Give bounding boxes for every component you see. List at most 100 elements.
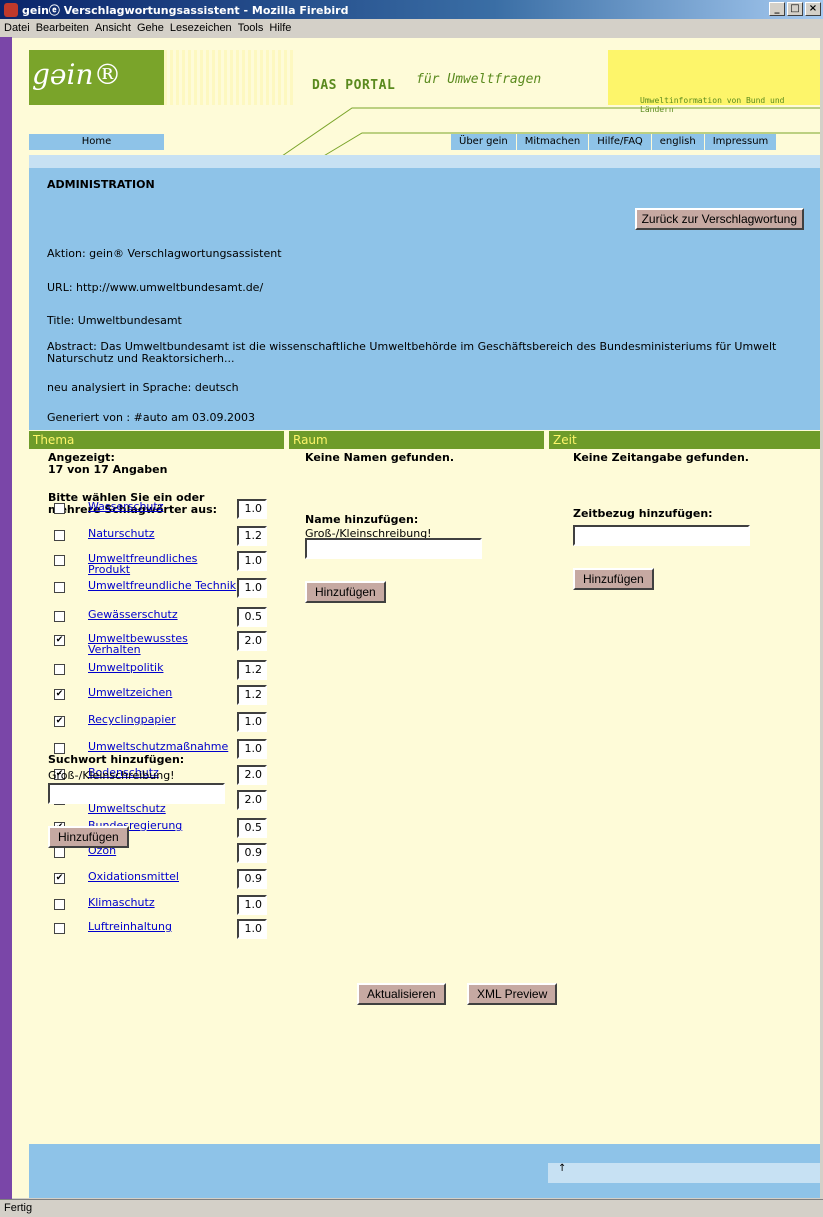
keyword-link[interactable]: Umweltbewusstes Verhalten bbox=[88, 633, 238, 655]
keyword-checkbox[interactable]: ✔ bbox=[54, 873, 65, 884]
keyword-row: Klimaschutz 1.0 bbox=[48, 895, 278, 921]
site-header: gəin® DAS PORTAL für Umweltfragen Umwelt… bbox=[12, 38, 820, 164]
search-term-case-hint: Groß-/Kleinschreibung! bbox=[48, 769, 175, 782]
back-to-tagging-button[interactable]: Zurück zur Verschlagwortung bbox=[634, 208, 804, 230]
keyword-link[interactable]: Klimaschutz bbox=[88, 897, 238, 908]
add-time-button[interactable]: Hinzufügen bbox=[573, 568, 654, 590]
keyword-checkbox[interactable] bbox=[54, 664, 65, 675]
raum-header: Raum bbox=[289, 431, 544, 449]
abstract-line: Abstract: Das Umweltbundesamt ist die wi… bbox=[47, 340, 777, 365]
keyword-row: Umweltpolitik 1.2 bbox=[48, 660, 278, 686]
menu-gehe[interactable]: Gehe bbox=[137, 22, 164, 34]
keyword-link[interactable]: Luftreinhaltung bbox=[88, 921, 238, 932]
menubar: Datei Bearbeiten Ansicht Gehe Lesezeiche… bbox=[0, 19, 823, 37]
keyword-checkbox[interactable]: ✔ bbox=[54, 635, 65, 646]
close-button[interactable]: × bbox=[805, 2, 821, 16]
keyword-weight-field[interactable]: 0.9 bbox=[237, 843, 267, 863]
keyword-weight-field[interactable]: 0.9 bbox=[237, 869, 267, 889]
menu-hilfe[interactable]: Hilfe bbox=[269, 22, 291, 34]
keyword-weight-field[interactable]: 1.0 bbox=[237, 895, 267, 915]
language-line: neu analysiert in Sprache: deutsch bbox=[47, 381, 239, 394]
keyword-checkbox[interactable]: ✔ bbox=[54, 716, 65, 727]
add-search-term-button[interactable]: Hinzufügen bbox=[48, 826, 129, 848]
time-add-label: Zeitbezug hinzufügen: bbox=[573, 507, 713, 520]
keyword-checkbox[interactable] bbox=[54, 582, 65, 593]
keyword-checkbox[interactable] bbox=[54, 555, 65, 566]
nav-link-ueber-gein[interactable]: Über gein bbox=[451, 134, 516, 150]
footer-top-link[interactable]: ↑ bbox=[548, 1163, 820, 1183]
keyword-weight-field[interactable]: 1.0 bbox=[237, 578, 267, 598]
keyword-weight-field[interactable]: 0.5 bbox=[237, 607, 267, 627]
keyword-weight-field[interactable]: 1.0 bbox=[237, 712, 267, 732]
menu-bearbeiten[interactable]: Bearbeiten bbox=[36, 22, 89, 34]
action-line: Aktion: gein® Verschlagwortungsassistent bbox=[47, 247, 282, 260]
nav-link-hilfe-faq[interactable]: Hilfe/FAQ bbox=[589, 134, 651, 150]
zeit-no-date: Keine Zeitangabe gefunden. bbox=[573, 451, 749, 464]
keyword-row: Umweltfreundliche Technik 1.0 bbox=[48, 578, 278, 604]
menu-ansicht[interactable]: Ansicht bbox=[95, 22, 131, 34]
nav-link-mitmachen[interactable]: Mitmachen bbox=[516, 134, 589, 150]
generated-line: Generiert von : #auto am 03.09.2003 bbox=[47, 411, 256, 424]
keyword-row: Luftreinhaltung 1.0 bbox=[48, 919, 278, 945]
keyword-link[interactable]: Umweltzeichen bbox=[88, 687, 238, 698]
admin-title: ADMINISTRATION bbox=[47, 178, 155, 191]
name-input[interactable] bbox=[305, 538, 482, 559]
keyword-checkbox[interactable] bbox=[54, 847, 65, 858]
time-input[interactable] bbox=[573, 525, 750, 546]
menu-lesezeichen[interactable]: Lesezeichen bbox=[170, 22, 232, 34]
search-term-input[interactable] bbox=[48, 783, 225, 804]
window-titlebar: geinⓔ Verschlagwortungsassistent - Mozil… bbox=[0, 0, 823, 19]
keyword-checkbox[interactable] bbox=[54, 503, 65, 514]
keyword-weight-field[interactable]: 2.0 bbox=[237, 631, 267, 651]
keyword-link[interactable]: Recyclingpapier bbox=[88, 714, 238, 725]
keyword-row: Naturschutz 1.2 bbox=[48, 526, 278, 552]
shown-count: 17 von 17 Angaben bbox=[48, 463, 168, 476]
nav-links: Über gein Mitmachen Hilfe/FAQ english Im… bbox=[450, 134, 777, 150]
nav-link-impressum[interactable]: Impressum bbox=[704, 134, 777, 150]
keyword-weight-field[interactable]: 1.0 bbox=[237, 919, 267, 939]
xml-preview-button[interactable]: XML Preview bbox=[467, 983, 558, 1005]
keyword-link[interactable]: Wasserschutz bbox=[88, 501, 238, 512]
name-add-label: Name hinzufügen: bbox=[305, 513, 419, 526]
keyword-link[interactable]: Umweltfreundliche Technik bbox=[88, 580, 238, 591]
keyword-checkbox[interactable] bbox=[54, 530, 65, 541]
keyword-link[interactable]: Oxidationsmittel bbox=[88, 871, 238, 882]
keyword-weight-field[interactable]: 1.0 bbox=[237, 551, 267, 571]
keyword-link[interactable]: Umweltschutzmaßnahme bbox=[88, 741, 238, 752]
keyword-weight-field[interactable]: 0.5 bbox=[237, 818, 267, 838]
keyword-link[interactable]: Umweltpolitik bbox=[88, 662, 238, 673]
keyword-checkbox[interactable] bbox=[54, 611, 65, 622]
raum-no-names: Keine Namen gefunden. bbox=[305, 451, 455, 464]
menu-tools[interactable]: Tools bbox=[238, 22, 264, 34]
keyword-link[interactable]: Naturschutz bbox=[88, 528, 238, 539]
add-name-button[interactable]: Hinzufügen bbox=[305, 581, 386, 603]
maximize-button[interactable]: □ bbox=[787, 2, 803, 16]
keyword-row: ✔ Oxidationsmittel 0.9 bbox=[48, 869, 278, 895]
keyword-weight-field[interactable]: 1.2 bbox=[237, 685, 267, 705]
keyword-checkbox[interactable] bbox=[54, 923, 65, 934]
admin-panel: ADMINISTRATION Zurück zur Verschlagwortu… bbox=[29, 168, 820, 430]
keyword-weight-field[interactable]: 1.0 bbox=[237, 739, 267, 759]
keyword-checkbox[interactable]: ✔ bbox=[54, 689, 65, 700]
keyword-link[interactable]: Gewässerschutz bbox=[88, 609, 238, 620]
keyword-row: ✔ Recyclingpapier 1.0 bbox=[48, 712, 278, 738]
keyword-weight-field[interactable]: 1.2 bbox=[237, 660, 267, 680]
nav-link-english[interactable]: english bbox=[651, 134, 704, 150]
keyword-weight-field[interactable]: 2.0 bbox=[237, 790, 267, 810]
keyword-row: ✔ Umweltzeichen 1.2 bbox=[48, 685, 278, 711]
title-line: Title: Umweltbundesamt bbox=[47, 314, 182, 327]
menu-datei[interactable]: Datei bbox=[4, 22, 30, 34]
firebird-app-icon bbox=[4, 2, 18, 17]
keyword-row: Wasserschutz 1.0 bbox=[48, 499, 278, 525]
keyword-row: Gewässerschutz 0.5 bbox=[48, 607, 278, 633]
zeit-header: Zeit bbox=[549, 431, 820, 449]
minimize-button[interactable]: _ bbox=[769, 2, 785, 16]
keyword-weight-field[interactable]: 1.2 bbox=[237, 526, 267, 546]
keyword-weight-field[interactable]: 1.0 bbox=[237, 499, 267, 519]
nav-home-link[interactable]: Home bbox=[29, 134, 164, 150]
status-bar: Fertig bbox=[0, 1199, 823, 1217]
keyword-checkbox[interactable] bbox=[54, 899, 65, 910]
keyword-link[interactable]: Umweltfreundliches Produkt bbox=[88, 553, 238, 575]
keyword-weight-field[interactable]: 2.0 bbox=[237, 765, 267, 785]
update-button[interactable]: Aktualisieren bbox=[357, 983, 446, 1005]
